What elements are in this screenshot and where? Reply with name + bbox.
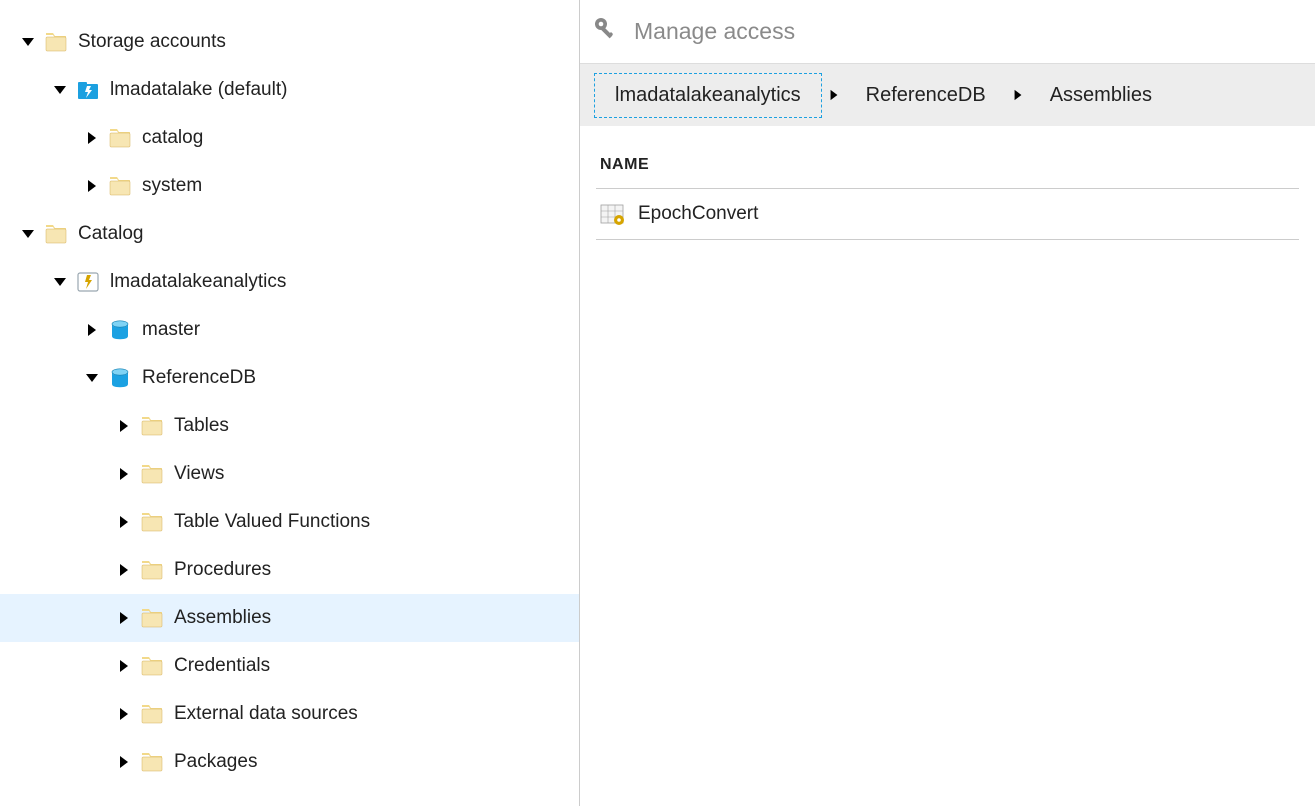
tree-node-assemblies[interactable]: Assemblies bbox=[0, 594, 579, 642]
tree-label: catalog bbox=[142, 127, 203, 149]
folder-icon bbox=[108, 126, 132, 150]
tree-node-procedures[interactable]: Procedures bbox=[0, 546, 579, 594]
tree-label: Packages bbox=[174, 751, 257, 773]
folder-icon bbox=[140, 750, 164, 774]
tree-node-views[interactable]: Views bbox=[0, 450, 579, 498]
assembly-name: EpochConvert bbox=[638, 203, 758, 225]
tree-node-catalog-root[interactable]: Catalog bbox=[0, 210, 579, 258]
folder-icon bbox=[140, 510, 164, 534]
tree-label: Credentials bbox=[174, 655, 270, 677]
chevron-right-icon[interactable] bbox=[80, 318, 104, 342]
folder-icon bbox=[140, 558, 164, 582]
folder-icon bbox=[140, 606, 164, 630]
tree-label: Procedures bbox=[174, 559, 271, 581]
tree-label: ReferenceDB bbox=[142, 367, 256, 389]
tree-node-ext-data-sources[interactable]: External data sources bbox=[0, 690, 579, 738]
tree-label: system bbox=[142, 175, 202, 197]
tree-node-analytics-account[interactable]: lmadatalakeanalytics bbox=[0, 258, 579, 306]
tree-label: lmadatalake (default) bbox=[110, 79, 287, 101]
tree-node-packages[interactable]: Packages bbox=[0, 738, 579, 786]
tree-label: Views bbox=[174, 463, 224, 485]
chevron-down-icon[interactable] bbox=[80, 366, 104, 390]
breadcrumb-item-assemblies[interactable]: Assemblies bbox=[1030, 74, 1172, 117]
breadcrumb-item-account[interactable]: lmadatalakeanalytics bbox=[594, 73, 822, 118]
tree-node-tables[interactable]: Tables bbox=[0, 402, 579, 450]
chevron-right-icon[interactable] bbox=[112, 654, 136, 678]
key-icon bbox=[592, 15, 634, 49]
analytics-bolt-icon bbox=[76, 270, 100, 294]
tree-label: Assemblies bbox=[174, 607, 271, 629]
chevron-right-icon[interactable] bbox=[112, 462, 136, 486]
chevron-down-icon[interactable] bbox=[16, 30, 40, 54]
chevron-right-icon bbox=[822, 89, 846, 101]
chevron-right-icon[interactable] bbox=[112, 510, 136, 534]
chevron-right-icon[interactable] bbox=[112, 558, 136, 582]
tree-label: Tables bbox=[174, 415, 229, 437]
tree-node-storage-accounts[interactable]: Storage accounts bbox=[0, 18, 579, 66]
tree-label: External data sources bbox=[174, 703, 358, 725]
chevron-right-icon[interactable] bbox=[112, 750, 136, 774]
chevron-right-icon[interactable] bbox=[80, 174, 104, 198]
database-icon bbox=[108, 318, 132, 342]
chevron-right-icon[interactable] bbox=[80, 126, 104, 150]
chevron-down-icon[interactable] bbox=[48, 270, 72, 294]
breadcrumb: lmadatalakeanalytics ReferenceDB Assembl… bbox=[580, 64, 1315, 126]
breadcrumb-item-database[interactable]: ReferenceDB bbox=[846, 74, 1006, 117]
tree-label: Catalog bbox=[78, 223, 144, 245]
folder-icon bbox=[140, 702, 164, 726]
chevron-down-icon[interactable] bbox=[16, 222, 40, 246]
column-header-name[interactable]: NAME bbox=[600, 156, 649, 174]
manage-access-button[interactable]: Manage access bbox=[580, 0, 1315, 64]
table-row[interactable]: EpochConvert bbox=[596, 189, 1299, 240]
folder-icon bbox=[44, 30, 68, 54]
tree-node-storage-catalog[interactable]: catalog bbox=[0, 114, 579, 162]
tree-node-credentials[interactable]: Credentials bbox=[0, 642, 579, 690]
database-icon bbox=[108, 366, 132, 390]
chevron-right-icon[interactable] bbox=[112, 414, 136, 438]
storage-bolt-icon bbox=[76, 78, 100, 102]
tree-node-db-reference[interactable]: ReferenceDB bbox=[0, 354, 579, 402]
folder-icon bbox=[140, 654, 164, 678]
folder-icon bbox=[44, 222, 68, 246]
tree-node-storage-system[interactable]: system bbox=[0, 162, 579, 210]
folder-icon bbox=[140, 414, 164, 438]
folder-icon bbox=[108, 174, 132, 198]
tree-label: Table Valued Functions bbox=[174, 511, 370, 533]
chevron-right-icon bbox=[1006, 89, 1030, 101]
chevron-right-icon[interactable] bbox=[112, 702, 136, 726]
chevron-down-icon[interactable] bbox=[48, 78, 72, 102]
tree-node-db-master[interactable]: master bbox=[0, 306, 579, 354]
tree-node-tvf[interactable]: Table Valued Functions bbox=[0, 498, 579, 546]
tree-node-lmadatalake[interactable]: lmadatalake (default) bbox=[0, 66, 579, 114]
tree-panel: Storage accounts lmadatalake (default) c… bbox=[0, 0, 580, 806]
tree-label: Storage accounts bbox=[78, 31, 226, 53]
tree-label: master bbox=[142, 319, 200, 341]
assemblies-table: NAME EpochConvert bbox=[580, 126, 1315, 240]
detail-panel: Manage access lmadatalakeanalytics Refer… bbox=[580, 0, 1315, 806]
table-header-row: NAME bbox=[596, 156, 1299, 189]
manage-access-label: Manage access bbox=[634, 18, 795, 45]
folder-icon bbox=[140, 462, 164, 486]
assembly-icon bbox=[600, 203, 626, 225]
tree-label: lmadatalakeanalytics bbox=[110, 271, 286, 293]
chevron-right-icon[interactable] bbox=[112, 606, 136, 630]
